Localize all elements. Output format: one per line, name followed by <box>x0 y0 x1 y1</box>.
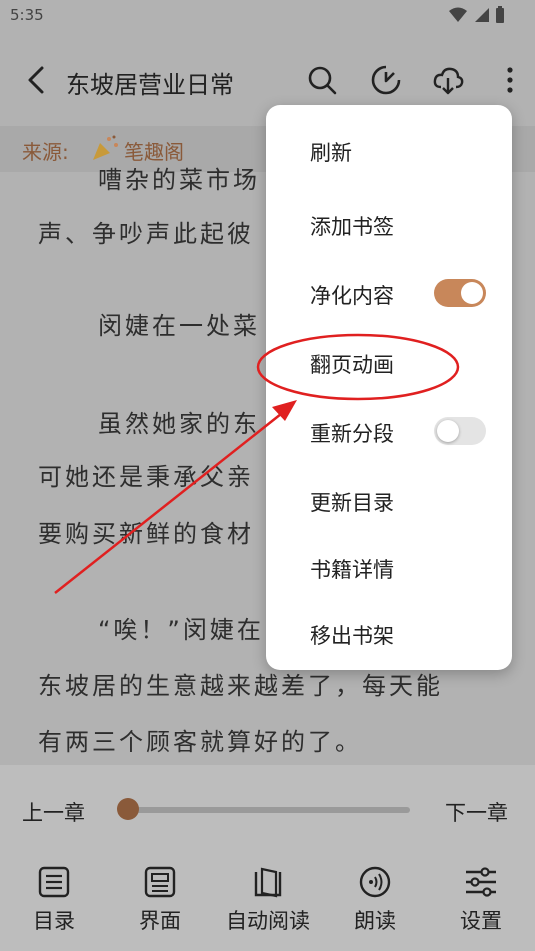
nav-read-aloud[interactable]: 朗读 <box>325 865 425 935</box>
reader-control-panel: 上一章 下一章 目录 界面 自动阅读 朗读 设置 <box>0 765 535 951</box>
menu-item-purify-content[interactable]: 净化内容 <box>310 280 394 310</box>
page-title: 东坡居营业日常 <box>66 71 234 99</box>
content-line: 声、争吵声此起彼 <box>38 220 254 248</box>
clock-icon[interactable] <box>370 64 402 96</box>
more-options-menu: 刷新 添加书签 净化内容 翻页动画 重新分段 更新目录 书籍详情 移出书架 <box>266 105 512 670</box>
audio-icon <box>359 866 391 898</box>
menu-item-remove-from-shelf[interactable]: 移出书架 <box>310 620 394 650</box>
layout-icon <box>144 866 176 898</box>
nav-catalog[interactable]: 目录 <box>4 865 104 935</box>
content-line: 有两三个顾客就算好的了。 <box>38 728 362 756</box>
list-icon <box>38 866 70 898</box>
cloud-download-icon[interactable] <box>432 64 464 96</box>
nav-label: 设置 <box>460 909 502 933</box>
menu-item-book-details[interactable]: 书籍详情 <box>310 554 394 584</box>
nav-label: 界面 <box>139 909 181 933</box>
nav-label: 朗读 <box>354 909 396 933</box>
signal-icon <box>475 8 489 22</box>
content-line: “唉！”闵婕在 <box>98 616 264 644</box>
menu-item-page-animation[interactable]: 翻页动画 <box>310 349 394 379</box>
toggle-knob <box>437 420 459 442</box>
content-line: 闵婕在一处菜 <box>98 312 260 340</box>
nav-auto-read[interactable]: 自动阅读 <box>218 865 318 935</box>
menu-item-update-catalog[interactable]: 更新目录 <box>310 487 394 517</box>
nav-interface[interactable]: 界面 <box>110 865 210 935</box>
nav-label: 自动阅读 <box>226 909 310 933</box>
search-icon[interactable] <box>306 64 338 96</box>
wifi-icon <box>449 7 467 22</box>
status-time: 5:35 <box>10 6 44 24</box>
menu-item-resegment[interactable]: 重新分段 <box>310 418 394 448</box>
content-line: 可她还是秉承父亲 <box>38 463 254 491</box>
sliders-icon <box>466 867 496 897</box>
toggle-knob <box>461 282 483 304</box>
status-icons <box>449 6 505 24</box>
more-vertical-icon[interactable] <box>494 64 526 96</box>
purify-content-toggle[interactable] <box>434 279 486 307</box>
book-icon <box>254 867 282 898</box>
nav-label: 目录 <box>33 909 75 933</box>
content-line: 要购买新鲜的食材 <box>38 520 254 548</box>
next-chapter-button[interactable]: 下一章 <box>445 797 508 827</box>
status-bar: 5:35 <box>0 0 535 32</box>
slider-thumb[interactable] <box>117 798 139 820</box>
prev-chapter-button[interactable]: 上一章 <box>22 797 85 827</box>
menu-item-add-bookmark[interactable]: 添加书签 <box>310 211 394 241</box>
content-line: 嘈杂的菜市场 <box>98 166 260 194</box>
resegment-toggle[interactable] <box>434 417 486 445</box>
content-line: 虽然她家的东 <box>98 410 260 438</box>
battery-icon <box>496 6 504 23</box>
chapter-progress-slider[interactable] <box>128 807 410 813</box>
menu-item-refresh[interactable]: 刷新 <box>310 137 352 167</box>
nav-settings[interactable]: 设置 <box>431 865 531 935</box>
back-arrow-icon[interactable] <box>22 64 54 96</box>
content-line: 东坡居的生意越来越差了，每天能 <box>38 672 443 700</box>
